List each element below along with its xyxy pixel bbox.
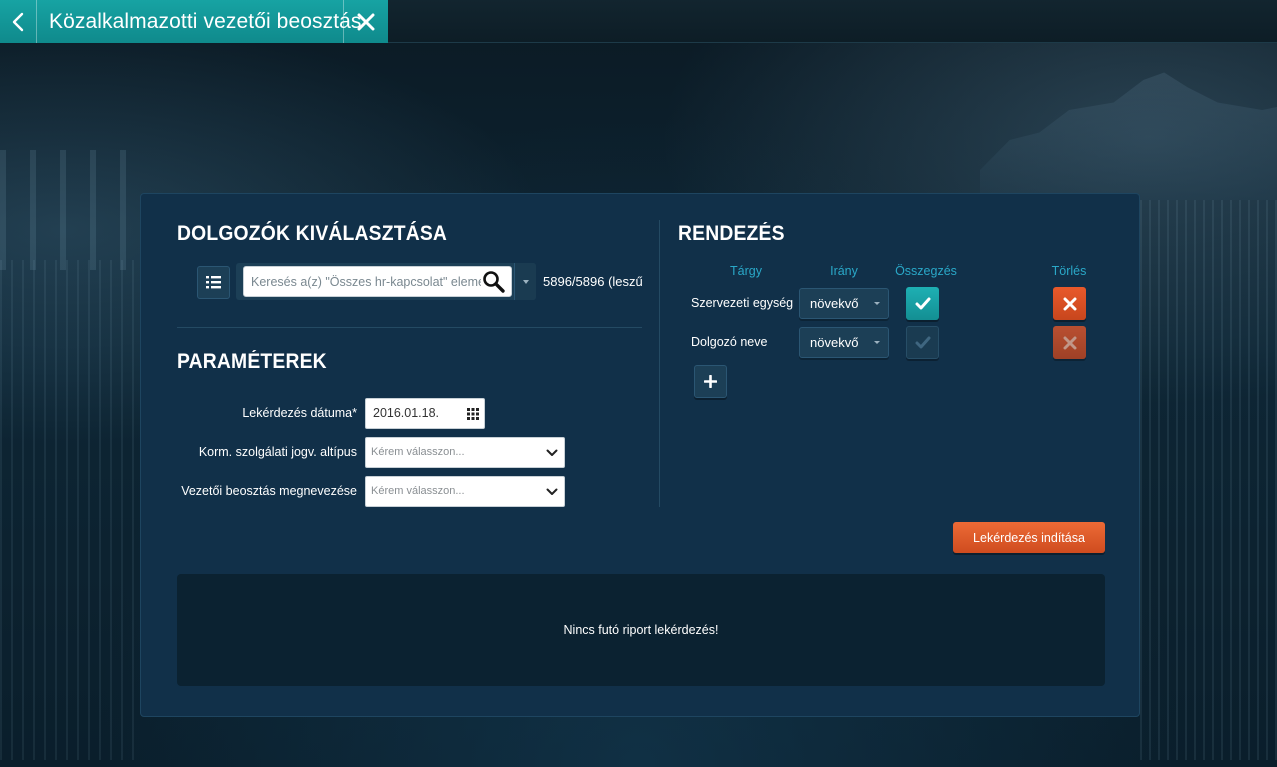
kind-label: Korm. szolgálati jogv. altípus [198, 445, 357, 459]
column-header-direction: Irány [830, 264, 858, 278]
close-tab-button[interactable] [343, 0, 388, 43]
run-query-button[interactable]: Lekérdezés indítása [953, 522, 1105, 553]
params-section-title: PARAMÉTEREK [177, 350, 327, 373]
search-icon[interactable] [482, 270, 506, 294]
date-input[interactable]: 2016.01.18. [365, 398, 485, 429]
back-button[interactable] [0, 0, 37, 43]
sort-row-direction-select[interactable]: növekvő [799, 288, 889, 319]
close-icon [1063, 336, 1076, 349]
sort-row-direction-value: növekvő [810, 296, 859, 311]
report-status-message: Nincs futó riport lekérdezés! [563, 623, 719, 637]
employee-search-input[interactable] [243, 266, 512, 297]
position-label: Vezetői beosztás megnevezése [181, 484, 357, 498]
active-tab[interactable]: Közalkalmazotti vezetői beosztás [0, 0, 388, 43]
kind-select-value: Kérem válasszon... [371, 446, 465, 458]
chevron-down-icon [546, 488, 558, 495]
employee-count: 5896/5896 (leszű [543, 274, 643, 289]
column-header-delete: Törlés [1051, 264, 1087, 278]
sort-row-direction-select[interactable]: növekvő [799, 327, 889, 358]
date-value: 2016.01.18. [373, 406, 440, 420]
background-castle [980, 72, 1277, 200]
caret-down-icon [522, 279, 529, 284]
report-status-box: Nincs futó riport lekérdezés! [177, 574, 1105, 686]
calendar-icon[interactable] [467, 408, 479, 420]
column-header-summary: Összegzés [895, 264, 957, 278]
sort-row-subject: Dolgozó neve [691, 335, 768, 349]
date-label: Lekérdezés dátuma* [242, 406, 357, 420]
position-select[interactable]: Kérem válasszon... [365, 476, 565, 507]
sort-row-delete-button[interactable] [1053, 287, 1086, 320]
close-icon [357, 13, 375, 30]
column-header-subject: Tárgy [730, 264, 762, 278]
kind-select[interactable]: Kérem válasszon... [365, 437, 565, 468]
chevron-down-icon [546, 449, 558, 456]
list-icon [206, 276, 221, 289]
employee-search-dropdown-button[interactable] [514, 263, 536, 300]
check-icon [915, 336, 930, 349]
check-icon [915, 297, 930, 310]
report-panel: DOLGOZÓK KIVÁLASZTÁSA 5896/5896 (leszű P… [140, 193, 1140, 717]
caret-down-icon [874, 302, 880, 305]
add-sort-row-button[interactable] [694, 365, 727, 398]
background-city-lights-right [1140, 200, 1277, 760]
close-icon [1063, 297, 1076, 310]
column-divider [659, 220, 660, 507]
sort-row-delete-button[interactable] [1053, 326, 1086, 359]
background-bridge [0, 150, 150, 270]
employee-list-button[interactable] [197, 266, 230, 299]
chevron-left-icon [12, 12, 24, 31]
tab-title: Közalkalmazotti vezetői beosztás [49, 9, 362, 33]
employee-search [236, 263, 536, 300]
caret-down-icon [874, 341, 880, 344]
background-city-lights-left [0, 260, 140, 760]
employees-section-title: DOLGOZÓK KIVÁLASZTÁSA [177, 222, 448, 245]
sort-row-summary-toggle[interactable] [906, 287, 939, 320]
plus-icon [704, 375, 717, 388]
sort-row-summary-toggle[interactable] [906, 326, 939, 359]
sort-row-subject: Szervezeti egység [691, 296, 794, 310]
sorting-section-title: RENDEZÉS [678, 222, 785, 245]
section-divider [177, 327, 642, 328]
position-select-value: Kérem válasszon... [371, 485, 465, 497]
top-bar: Közalkalmazotti vezetői beosztás [0, 0, 1277, 43]
sort-row-direction-value: növekvő [810, 335, 859, 350]
